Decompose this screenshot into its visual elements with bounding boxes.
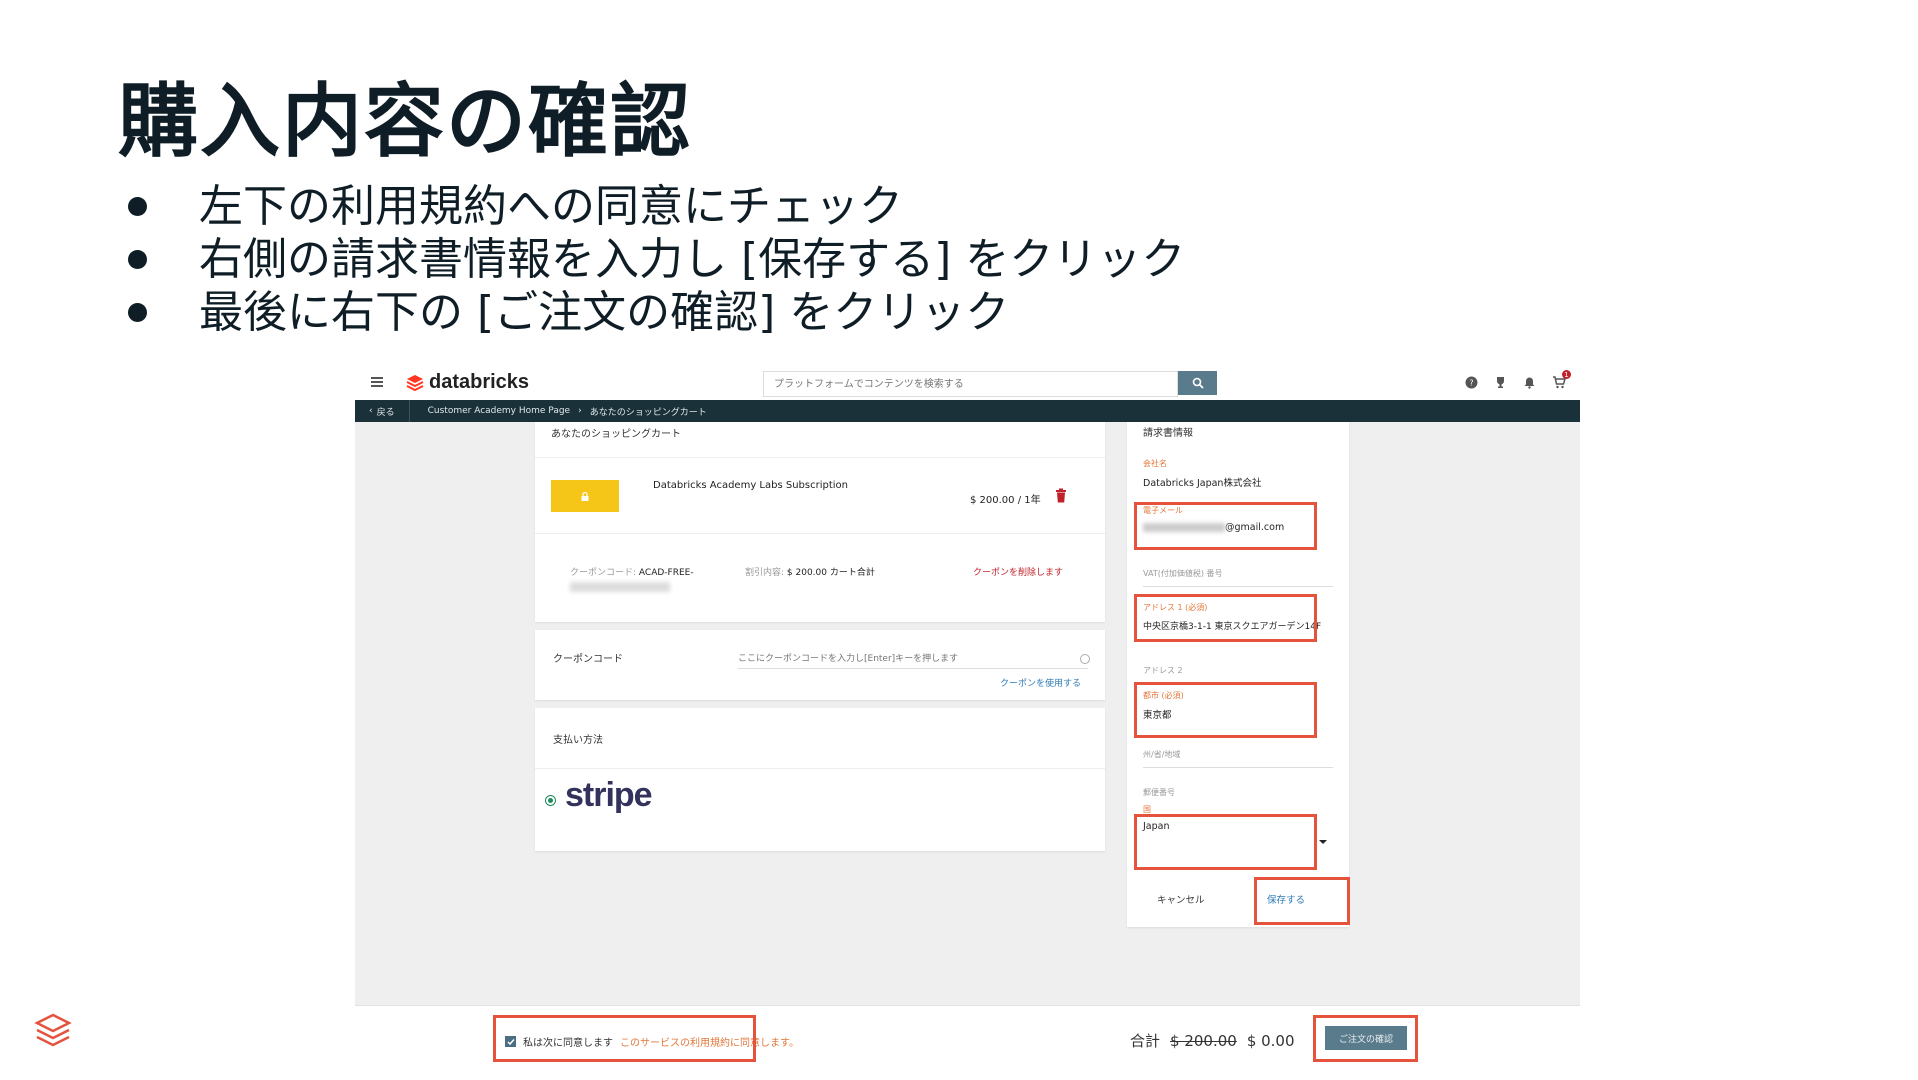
terms-highlight [493,1015,756,1062]
chevron-right-icon: › [578,406,582,416]
item-price: $ 200.00 / 1年 [970,495,1041,506]
bullet-icon [128,197,147,216]
coupon-code-value: ACAD-FREE- [638,568,694,578]
state-underline [1143,767,1333,768]
databricks-logo-icon [406,374,424,391]
item-thumbnail [551,480,619,512]
state-field[interactable]: 州/省/地域 [1143,749,1333,768]
back-label: 戻る [376,407,395,418]
vat-label: VAT(付加価値税) 番号 [1143,569,1223,578]
top-bar: databricks ? 1 [355,365,1580,401]
bullet-icon [128,303,147,322]
divider [535,768,1105,769]
instruction-text: 右側の請求書情報を入力し [保存する] をクリック [199,234,1186,285]
search-icon [1192,377,1204,389]
company-label: 会社名 [1143,459,1167,468]
address2-label: アドレス 2 [1143,666,1183,675]
trash-icon[interactable] [1055,488,1067,503]
checkout-footer: 私は次に同意します このサービスの利用規約に同意します。 合計 $ 200.00… [355,1005,1580,1066]
order-total: 合計 $ 200.00 $ 0.00 [1130,1030,1295,1051]
apply-coupon-link[interactable]: クーポンを使用する [1000,676,1081,689]
confirm-highlight [1313,1015,1418,1062]
address2-field[interactable]: アドレス 2 [1143,665,1333,676]
coupon-input[interactable] [738,650,1088,669]
email-highlight [1134,502,1317,550]
total-label: 合計 [1130,1032,1161,1050]
chevron-left-icon: ‹ [369,406,373,416]
save-highlight [1254,877,1350,925]
bullet-icon [128,250,147,269]
instruction-text: 左下の利用規約への同意にチェック [199,181,903,232]
old-total: $ 200.00 [1170,1031,1237,1050]
country-highlight [1134,814,1317,870]
instruction-item: 右側の請求書情報を入力し [保存する] をクリック [128,233,1185,286]
instruction-item: 最後に右下の [ご注文の確認] をクリック [128,286,1185,339]
billing-heading: 請求書情報 [1143,428,1193,439]
stripe-logo: stripe [565,776,653,814]
item-name: Databricks Academy Labs Subscription [653,480,848,491]
databricks-corner-logo-icon [34,1013,72,1047]
address1-highlight [1134,594,1317,642]
instruction-text: 最後に右下の [ご注文の確認] をクリック [199,287,1010,338]
lock-icon [581,491,589,501]
cart-count-badge: 1 [1562,370,1571,379]
breadcrumb-current: あなたのショッピングカート [589,407,707,418]
remove-coupon-link[interactable]: クーポンを削除します [973,565,1063,578]
new-total: $ 0.00 [1246,1031,1295,1050]
cart-card: あなたのショッピングカート Databricks Academy Labs Su… [535,422,1105,622]
company-field[interactable]: 会社名 Databricks Japan株式会社 [1143,458,1333,489]
breadcrumb-home[interactable]: Customer Academy Home Page [428,406,570,416]
search-button[interactable] [1178,371,1217,395]
discount-caption: 割引内容: [745,568,785,578]
databricks-logo[interactable]: databricks [405,371,529,394]
screenshot-frame: databricks ? 1 ‹ 戻る Customer Academy Hom… [355,365,1580,1066]
help-icon[interactable]: ? [1464,375,1479,390]
discount-value: $ 200.00 カート合計 [786,568,875,578]
slide-title: 購入内容の確認 [118,75,692,168]
search-input[interactable] [764,373,1184,396]
hamburger-menu-icon[interactable] [371,377,383,387]
back-button[interactable]: ‹ 戻る [355,400,410,422]
trophy-icon[interactable] [1493,375,1508,390]
cart-icon[interactable]: 1 [1551,370,1571,390]
coupon-card: クーポンコード クーポンを使用する [535,630,1105,700]
vat-underline [1143,586,1333,587]
payment-card: 支払い方法 stripe [535,708,1105,851]
search-box [763,371,1184,397]
blurred-coupon-code [570,582,670,592]
payment-title: 支払い方法 [553,735,603,746]
coupon-title: クーポンコード [553,654,623,665]
cart-item-row: Databricks Academy Labs Subscription $ 2… [535,457,1105,534]
chevron-down-icon [1319,840,1327,844]
city-highlight [1134,682,1317,738]
vat-field[interactable]: VAT(付加価値税) 番号 [1143,568,1333,587]
coupon-code-label: クーポンコード: ACAD-FREE- [570,565,694,578]
breadcrumb: Customer Academy Home Page › あなたのショッピングカ… [410,405,707,418]
coupon-code-caption: クーポンコード: [570,568,637,578]
bell-icon[interactable] [1522,375,1537,390]
cancel-button[interactable]: キャンセル [1157,892,1205,906]
instruction-list: 左下の利用規約への同意にチェック 右側の請求書情報を入力し [保存する] をクリ… [128,180,1185,339]
brand-name: databricks [429,371,530,393]
top-icons: ? 1 [1464,370,1571,390]
page-content: あなたのショッピングカート Databricks Academy Labs Su… [355,422,1580,1005]
clear-icon[interactable] [1080,654,1090,664]
breadcrumb-bar: ‹ 戻る Customer Academy Home Page › あなたのショ… [355,400,1580,422]
postal-label: 郵便番号 [1143,788,1175,797]
company-value: Databricks Japan株式会社 [1143,478,1262,489]
instruction-item: 左下の利用規約への同意にチェック [128,180,1185,233]
stripe-radio[interactable] [545,795,556,806]
applied-coupon-row: クーポンコード: ACAD-FREE- 割引内容: $ 200.00 カート合計… [535,532,1105,622]
postal-field[interactable]: 郵便番号 [1143,787,1333,798]
svg-text:?: ? [1469,379,1473,388]
cart-heading: あなたのショッピングカート [551,429,681,440]
discount-info: 割引内容: $ 200.00 カート合計 [745,565,875,578]
state-label: 州/省/地域 [1143,750,1181,759]
